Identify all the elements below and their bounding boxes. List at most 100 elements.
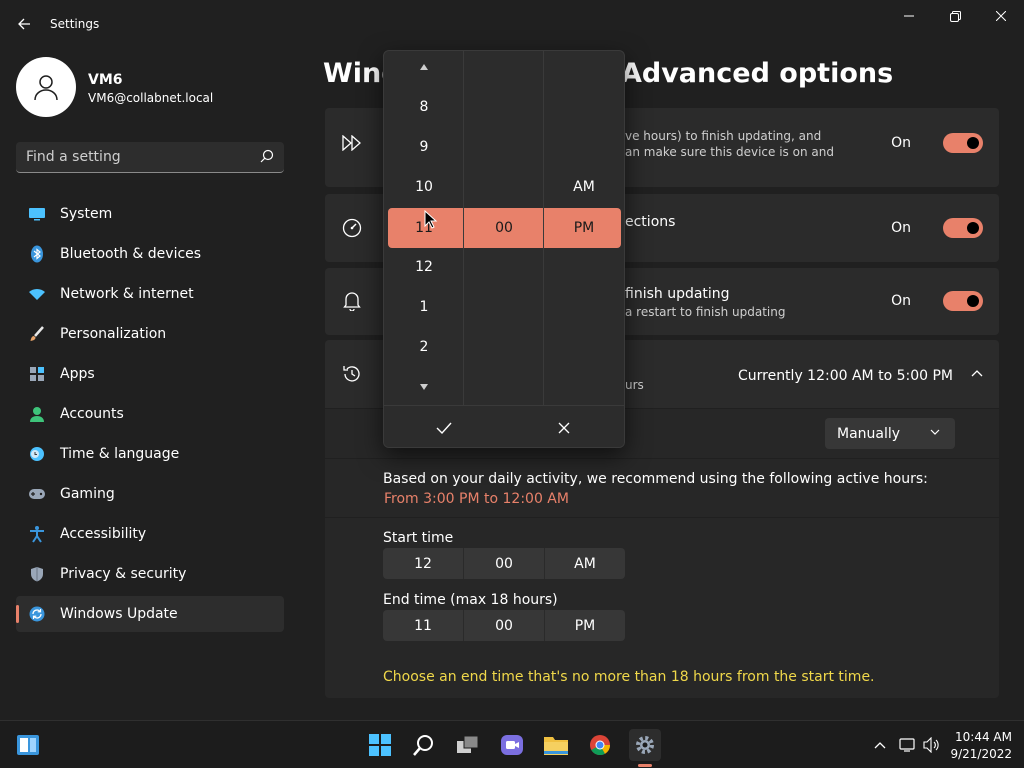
sidebar-item-network-internet[interactable]: Network & internet <box>16 276 284 312</box>
notify-toggle[interactable] <box>943 291 983 311</box>
task-view-button[interactable] <box>452 729 484 761</box>
fast-updates-toggle[interactable] <box>943 133 983 153</box>
avatar[interactable] <box>16 57 76 117</box>
fast-forward-icon <box>341 132 363 154</box>
sidebar-item-gaming[interactable]: Gaming <box>16 476 284 512</box>
close-button[interactable] <box>978 0 1024 32</box>
chevron-up-icon <box>874 742 886 749</box>
close-icon <box>558 422 570 434</box>
search-input[interactable] <box>26 142 256 172</box>
clock-time[interactable]: 10:44 AM <box>950 730 1012 744</box>
end-ampm[interactable]: PM <box>545 610 625 641</box>
sidebar-item-label: Apps <box>60 366 95 382</box>
settings-taskbar-button[interactable] <box>629 729 661 761</box>
picker-hour-option[interactable]: 9 <box>384 139 464 155</box>
sidebar-item-personalization[interactable]: Personalization <box>16 316 284 352</box>
end-minute[interactable]: 00 <box>464 610 545 641</box>
picker-ampm-option[interactable]: AM <box>544 179 624 195</box>
taskbar: 10:44 AM 9/21/2022 <box>0 720 1024 768</box>
end-time-label: End time (max 18 hours) <box>383 592 558 608</box>
minimize-icon <box>904 15 914 17</box>
start-ampm[interactable]: AM <box>545 548 625 579</box>
picker-hour-option[interactable]: 2 <box>384 339 464 355</box>
sidebar-item-time-language[interactable]: Time & language <box>16 436 284 472</box>
update-icon <box>28 605 46 623</box>
sidebar-item-privacy-security[interactable]: Privacy & security <box>16 556 284 592</box>
active-app-indicator <box>638 764 652 767</box>
end-hour[interactable]: 11 <box>383 610 464 641</box>
start-button[interactable] <box>364 729 396 761</box>
toggle-state-label: On <box>891 135 911 151</box>
gear-icon <box>636 736 654 754</box>
clock-date[interactable]: 9/21/2022 <box>950 747 1012 761</box>
picker-hour-option[interactable]: 1 <box>384 299 464 315</box>
sidebar-item-label: Accounts <box>60 406 124 422</box>
apps-icon <box>28 365 46 383</box>
active-hours-current: Currently 12:00 AM to 5:00 PM <box>737 368 953 384</box>
time-picker-flyout[interactable]: 8 9 10 12 1 2 AM 11 00 PM <box>383 50 625 448</box>
taskbar-search-button[interactable] <box>408 729 440 761</box>
person-icon <box>34 75 58 101</box>
maximize-button[interactable] <box>932 0 978 32</box>
brush-icon <box>28 325 46 343</box>
sidebar-item-accessibility[interactable]: Accessibility <box>16 516 284 552</box>
sidebar-item-label: Gaming <box>60 486 115 502</box>
sidebar-item-system[interactable]: System <box>16 196 284 232</box>
chrome-button[interactable] <box>584 729 616 761</box>
picker-hour-option[interactable]: 8 <box>384 99 464 115</box>
person-icon <box>28 405 46 423</box>
restore-icon <box>949 10 961 22</box>
widgets-button[interactable] <box>12 729 44 761</box>
sidebar-item-label: Accessibility <box>60 526 147 542</box>
checkmark-icon <box>436 422 452 434</box>
picker-selected-minute[interactable]: 00 <box>464 220 544 236</box>
scroll-up-arrow-icon[interactable] <box>419 63 429 71</box>
accept-button[interactable] <box>414 416 474 440</box>
end-time-picker[interactable]: 11 00 PM <box>383 610 625 641</box>
card-description-line: ve hours) to finish updating, and <box>625 129 822 143</box>
volume-tray-button[interactable] <box>916 729 948 761</box>
adjust-active-hours-dropdown[interactable]: Manually <box>825 418 955 449</box>
network-icon <box>899 738 915 752</box>
start-minute[interactable]: 00 <box>464 548 545 579</box>
sidebar-item-label: Privacy & security <box>60 566 187 582</box>
sidebar-item-windows-update[interactable]: Windows Update <box>16 596 284 632</box>
back-button[interactable] <box>8 10 40 38</box>
recommendation-value: From 3:00 PM to 12:00 AM <box>384 491 569 507</box>
chevron-up-icon[interactable] <box>971 368 983 380</box>
windows-logo-icon <box>369 734 391 756</box>
card-subtitle: urs <box>625 378 644 392</box>
chevron-down-icon <box>930 429 940 435</box>
speedometer-icon <box>341 217 363 239</box>
user-name: VM6 <box>88 72 123 88</box>
scroll-down-arrow-icon[interactable] <box>419 383 429 391</box>
search-icon[interactable] <box>260 149 274 163</box>
picker-hour-option[interactable]: 10 <box>384 179 464 195</box>
sidebar-item-label: Bluetooth & devices <box>60 246 202 262</box>
shield-icon <box>28 565 46 583</box>
dismiss-button[interactable] <box>534 416 594 440</box>
start-time-picker[interactable]: 12 00 AM <box>383 548 625 579</box>
picker-footer <box>384 405 624 447</box>
sidebar-item-bluetooth-devices[interactable]: Bluetooth & devices <box>16 236 284 272</box>
monitor-icon <box>28 205 46 223</box>
start-hour[interactable]: 12 <box>383 548 464 579</box>
speaker-icon <box>923 737 939 753</box>
minimize-button[interactable] <box>886 0 932 32</box>
search-icon <box>413 735 433 756</box>
toggle-state-label: On <box>891 220 911 236</box>
metered-toggle[interactable] <box>943 218 983 238</box>
accessibility-icon <box>28 525 46 543</box>
close-icon <box>996 11 1006 21</box>
sidebar-item-label: Time & language <box>60 446 180 462</box>
picker-selected-ampm[interactable]: PM <box>544 220 624 236</box>
sidebar-item-accounts[interactable]: Accounts <box>16 396 284 432</box>
toggle-state-label: On <box>891 293 911 309</box>
search-box[interactable] <box>16 142 284 173</box>
picker-hour-option[interactable]: 12 <box>384 259 464 275</box>
chat-button[interactable] <box>496 729 528 761</box>
file-explorer-button[interactable] <box>540 729 572 761</box>
sidebar-item-apps[interactable]: Apps <box>16 356 284 392</box>
widgets-icon <box>17 735 39 755</box>
wifi-icon <box>28 285 46 303</box>
